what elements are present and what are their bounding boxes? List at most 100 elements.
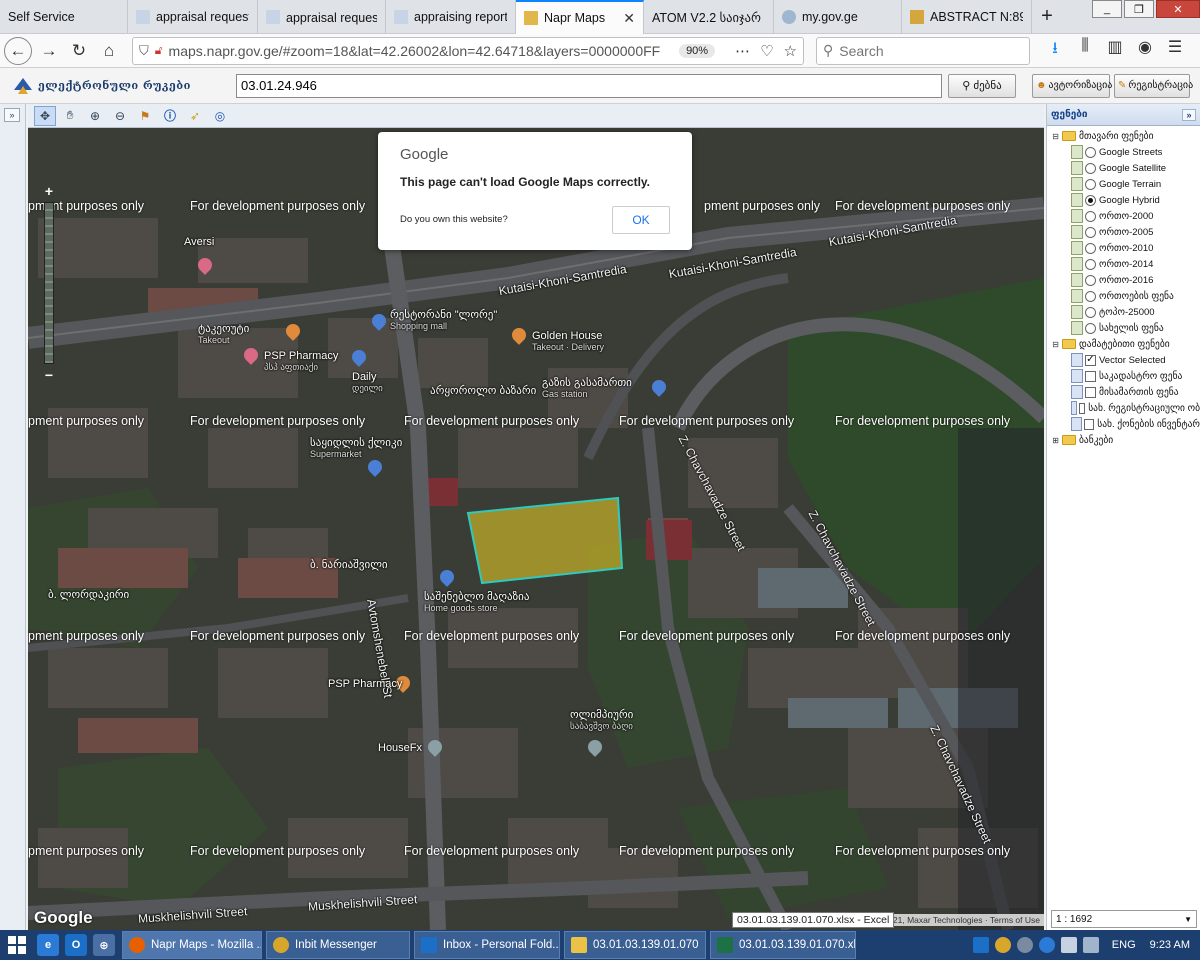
task-inbox[interactable]: Inbox - Personal Fold...: [414, 931, 560, 959]
tab-my-gov-ge[interactable]: my.gov.ge: [774, 0, 902, 34]
zoom-in-tool-icon[interactable]: ⊕: [84, 106, 106, 126]
notification-icon[interactable]: [1060, 937, 1077, 953]
print-tool-icon[interactable]: ◎: [209, 106, 231, 126]
new-tab-button[interactable]: +: [1032, 0, 1062, 33]
select-tool-icon[interactable]: ➶: [184, 106, 206, 126]
layer-item[interactable]: სახელის ფენა: [1051, 320, 1200, 336]
bookmark-star-icon[interactable]: ☆: [784, 42, 797, 60]
volume-icon[interactable]: [1082, 937, 1099, 953]
layer-radio[interactable]: [1085, 226, 1096, 238]
zoom-out-icon[interactable]: −: [42, 368, 56, 382]
expand-left-panel-icon[interactable]: »: [4, 108, 20, 122]
layer-item[interactable]: ორთოების ფენა: [1051, 288, 1200, 304]
zoom-in-icon[interactable]: +: [42, 184, 56, 198]
layer-item[interactable]: სახ. რეგისტრაციული ობ: [1051, 400, 1200, 416]
shield-icon[interactable]: ⛉: [139, 43, 149, 59]
layer-radio[interactable]: [1085, 258, 1096, 270]
layer-group-banks[interactable]: ⊞ ბანკები: [1051, 432, 1200, 448]
ie-tray-icon[interactable]: [1038, 937, 1055, 953]
task-excel[interactable]: 03.01.03.139.01.070.xl...: [710, 931, 856, 959]
layer-radio[interactable]: [1085, 146, 1096, 158]
network-tray-icon[interactable]: [1016, 937, 1033, 953]
layer-item[interactable]: Google Satellite: [1051, 160, 1200, 176]
internet-explorer-icon[interactable]: e: [37, 934, 59, 956]
layer-item[interactable]: Google Streets: [1051, 144, 1200, 160]
layer-item[interactable]: სახ. ქონების ინვენტარ: [1051, 416, 1200, 432]
task-inbit-messenger[interactable]: Inbit Messenger: [266, 931, 410, 959]
collapse-icon[interactable]: ⊟: [1051, 132, 1060, 141]
measure-tool-icon[interactable]: ⚑: [134, 106, 156, 126]
map-view[interactable]: pment purposes only For development purp…: [28, 128, 1044, 930]
language-indicator[interactable]: ENG: [1112, 939, 1136, 951]
app-logo[interactable]: ელექტრონული რუკები: [12, 76, 232, 96]
layer-item[interactable]: ორთო-2000: [1051, 208, 1200, 224]
outlook-icon[interactable]: O: [65, 934, 87, 956]
layer-item[interactable]: საკადასტრო ფენა: [1051, 368, 1200, 384]
registration-button[interactable]: ✎ რეგისტრაცია: [1114, 73, 1193, 98]
layer-radio[interactable]: [1085, 162, 1096, 174]
layer-checkbox[interactable]: [1085, 386, 1096, 398]
back-icon[interactable]: ←: [4, 36, 32, 65]
layer-item[interactable]: ტოპო-25000: [1051, 304, 1200, 320]
ok-button[interactable]: OK: [612, 206, 670, 234]
layer-radio[interactable]: [1085, 242, 1096, 254]
zoom-out-tool-icon[interactable]: ⊖: [109, 106, 131, 126]
forward-icon[interactable]: →: [34, 36, 64, 66]
pan-tool-icon[interactable]: ✥: [34, 105, 56, 126]
layer-item[interactable]: ორთო-2014: [1051, 256, 1200, 272]
scale-select[interactable]: 1 : 1692 ▼: [1051, 910, 1197, 928]
layer-radio[interactable]: [1085, 210, 1096, 222]
authorization-button[interactable]: ☻ ავტორიზაცია: [1032, 73, 1112, 98]
clock[interactable]: 9:23 AM: [1150, 939, 1190, 951]
layer-group-additional[interactable]: ⊟ დამატებითი ფენები: [1051, 336, 1200, 352]
outlook-tray-icon[interactable]: [972, 937, 989, 953]
layer-radio[interactable]: [1085, 306, 1096, 318]
zoom-level[interactable]: 90%: [679, 43, 716, 58]
search-button[interactable]: ⚲ ძებნა: [948, 73, 1016, 98]
hand-tool-icon[interactable]: ✋︎: [59, 106, 81, 126]
layer-item[interactable]: Google Terrain: [1051, 176, 1200, 192]
tab-appraising-reports[interactable]: appraising reports: [386, 0, 516, 34]
layer-item[interactable]: ✓ Vector Selected: [1051, 352, 1200, 368]
info-tool-icon[interactable]: ⓘ: [159, 106, 181, 126]
search-input[interactable]: [839, 42, 1010, 59]
tab-napr-maps[interactable]: Napr Maps ✕: [516, 0, 644, 34]
layer-radio[interactable]: [1085, 274, 1096, 286]
layer-checkbox-checked[interactable]: ✓: [1085, 354, 1096, 366]
account-icon[interactable]: ◉: [1130, 37, 1160, 64]
layer-item[interactable]: ორთო-2010: [1051, 240, 1200, 256]
library-icon[interactable]: ⫼: [1070, 37, 1100, 64]
menu-icon[interactable]: ☰: [1160, 37, 1190, 64]
network-icon[interactable]: ⊕: [93, 934, 115, 956]
layer-radio[interactable]: [1085, 290, 1096, 302]
restore-icon[interactable]: ❐: [1124, 0, 1154, 18]
tab-abstract[interactable]: ABSTRACT N:8920: [902, 0, 1032, 34]
layer-checkbox[interactable]: [1084, 418, 1095, 430]
layer-item[interactable]: Google Hybrid: [1051, 192, 1200, 208]
collapse-icon[interactable]: ⊟: [1051, 340, 1060, 349]
pocket-icon[interactable]: ♡: [760, 42, 773, 60]
layer-item[interactable]: მისამართის ფენა: [1051, 384, 1200, 400]
url-text[interactable]: maps.napr.gov.ge/#zoom=18&lat=42.26002&l…: [169, 43, 676, 59]
layer-radio[interactable]: [1085, 178, 1096, 190]
download-icon[interactable]: ⭳: [1040, 37, 1070, 64]
home-icon[interactable]: ⌂: [94, 36, 124, 66]
search-bar[interactable]: ⚲: [816, 36, 1030, 65]
collapse-panel-icon[interactable]: »: [1182, 108, 1196, 121]
layer-item[interactable]: ორთო-2016: [1051, 272, 1200, 288]
window-close-icon[interactable]: ✕: [1156, 0, 1200, 18]
more-actions-icon[interactable]: ⋯: [735, 42, 750, 60]
cadastral-search-input[interactable]: [236, 73, 942, 98]
expand-icon[interactable]: ⊞: [1051, 436, 1060, 445]
layer-radio[interactable]: [1085, 322, 1096, 334]
layer-checkbox[interactable]: [1079, 402, 1086, 414]
tab-atom[interactable]: ATOM V2.2 საიჯარ: [644, 0, 774, 34]
zoom-slider[interactable]: [44, 202, 54, 364]
url-bar[interactable]: ⛉ 🔓︎ maps.napr.gov.ge/#zoom=18&lat=42.26…: [132, 36, 804, 65]
task-napr-maps[interactable]: Napr Maps - Mozilla ...: [122, 931, 262, 959]
tab-appraisal-requests-2[interactable]: appraisal requests - ლ: [258, 0, 386, 34]
insecure-lock-icon[interactable]: 🔓︎: [155, 43, 163, 58]
close-icon[interactable]: ✕: [615, 10, 635, 27]
layer-item[interactable]: ორთო-2005: [1051, 224, 1200, 240]
layer-radio-selected[interactable]: [1085, 194, 1096, 206]
